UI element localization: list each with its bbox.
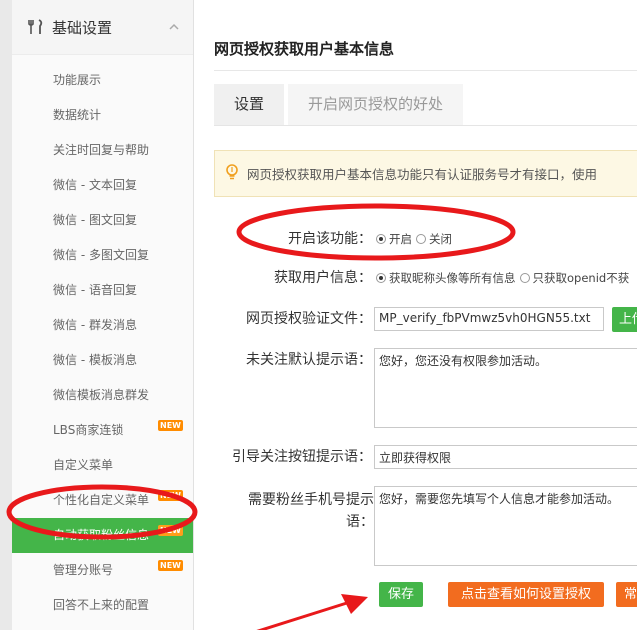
sidebar-item-label: 微信 - 多图文回复 — [53, 248, 149, 262]
sidebar-item[interactable]: 快捷关注配置NEW — [12, 623, 193, 630]
sidebar-item[interactable]: 数据统计 — [12, 98, 193, 133]
follow-button-tip-input[interactable]: 立即获得权限 — [374, 445, 637, 469]
sidebar-item-label: 关注时回复与帮助 — [53, 143, 150, 157]
sidebar-item[interactable]: 微信 - 多图文回复 — [12, 238, 193, 273]
sidebar-item-label: 微信 - 文本回复 — [53, 178, 137, 192]
tab-settings[interactable]: 设置 — [214, 84, 285, 125]
unfollow-tip-textarea[interactable]: 您好，您还没有权限参加活动。 — [374, 348, 637, 428]
enable-label: 开启该功能： — [288, 231, 372, 247]
page-title: 网页授权获取用户基本信息 — [214, 40, 395, 58]
tab-divider — [214, 125, 637, 126]
enable-row: 开启该功能： 开启 关闭 — [194, 230, 637, 248]
sidebar-item[interactable]: 管理分账号 NEW — [12, 553, 193, 588]
title-divider — [214, 70, 637, 71]
sidebar-item-label: LBS商家连锁 — [53, 423, 124, 437]
sidebar-item-label: 微信 - 模板消息 — [53, 353, 137, 367]
enable-on-radio[interactable] — [376, 234, 386, 244]
new-badge: NEW — [158, 490, 183, 501]
userinfo-all-radio[interactable] — [376, 273, 386, 283]
sidebar-item[interactable]: 自定义菜单 — [12, 448, 193, 483]
userinfo-openid-label[interactable]: 只获取openid不获 — [533, 270, 630, 286]
sidebar-item[interactable]: 自动获取粉丝信息 NEW — [12, 518, 193, 553]
verify-file-label: 网页授权验证文件： — [246, 311, 372, 327]
sidebar-item-label: 功能展示 — [53, 73, 102, 87]
tab-bar: 设置 开启网页授权的好处 — [214, 84, 467, 125]
notice-text: 网页授权获取用户基本信息功能只有认证服务号才有接口，使用 — [247, 167, 598, 182]
sidebar-item-label: 管理分账号 — [53, 563, 114, 577]
sidebar-item[interactable]: 个性化自定义菜单 NEW — [12, 483, 193, 518]
phone-tip-label-line1: 需要粉丝手机号提示 — [248, 492, 374, 508]
userinfo-radio-group: 获取昵称头像等所有信息 只获取openid不获 — [372, 269, 629, 287]
new-badge: NEW — [158, 560, 183, 571]
verify-file-input[interactable]: MP_verify_fbPVmwz5vh0HGN55.txt — [374, 307, 604, 331]
sidebar-group-header[interactable]: 基础设置 — [12, 0, 193, 55]
sidebar: 基础设置 功能展示数据统计关注时回复与帮助 微信 - 文本回复 微信 - 图文回复微… — [12, 0, 194, 630]
enable-off-label[interactable]: 关闭 — [429, 231, 452, 247]
sidebar-item[interactable]: LBS商家连锁 NEW — [12, 413, 193, 448]
sidebar-item[interactable]: 微信 - 模板消息 — [12, 343, 193, 378]
sidebar-item-label: 数据统计 — [53, 108, 102, 122]
sidebar-item-label: 微信 - 图文回复 — [53, 213, 137, 227]
sidebar-item[interactable]: 微信 - 文本回复 — [12, 168, 193, 203]
userinfo-row: 获取用户信息： 获取昵称头像等所有信息 只获取openid不获 — [194, 269, 637, 287]
sidebar-item[interactable]: 功能展示 — [12, 63, 193, 98]
sidebar-item-label: 微信模板消息群发 — [53, 388, 150, 402]
sidebar-item-label: 自动获取粉丝信息 — [53, 528, 150, 542]
sidebar-item-label: 自定义菜单 — [53, 458, 114, 472]
sidebar-item[interactable]: 微信模板消息群发 — [12, 378, 193, 413]
save-button[interactable]: 保存 — [379, 582, 423, 607]
phone-tip-label: 需要粉丝手机号提示 语： — [194, 489, 374, 533]
unfollow-tip-label: 未关注默认提示语： — [246, 352, 372, 368]
sidebar-item-label: 微信 - 语音回复 — [53, 283, 137, 297]
new-badge: NEW — [158, 420, 183, 431]
sidebar-item[interactable]: 关注时回复与帮助 — [12, 133, 193, 168]
sidebar-group-title: 基础设置 — [52, 18, 113, 37]
howto-button[interactable]: 点击查看如何设置授权 — [448, 582, 604, 607]
userinfo-label: 获取用户信息： — [274, 270, 372, 286]
main-content: 网页授权获取用户基本信息 设置 开启网页授权的好处 网页授权获取用户基本信息功能… — [194, 0, 637, 630]
userinfo-all-label[interactable]: 获取昵称头像等所有信息 — [389, 270, 516, 286]
upload-button[interactable]: 上传 — [612, 307, 637, 332]
tools-icon — [28, 19, 44, 35]
sidebar-item-label: 回答不上来的配置 — [53, 598, 150, 612]
notice-banner: 网页授权获取用户基本信息功能只有认证服务号才有接口，使用 — [214, 150, 637, 197]
sidebar-item[interactable]: 回答不上来的配置 — [12, 588, 193, 623]
sidebar-item-label: 个性化自定义菜单 — [53, 493, 150, 507]
phone-tip-label-line2: 语： — [346, 514, 374, 530]
userinfo-openid-radio[interactable] — [519, 273, 530, 283]
sidebar-item[interactable]: 微信 - 图文回复 — [12, 203, 193, 238]
phone-tip-textarea[interactable]: 您好，需要您先填写个人信息才能参加活动。 — [374, 486, 637, 566]
chevron-up-icon[interactable] — [169, 19, 179, 33]
lightbulb-icon — [225, 163, 239, 184]
third-button[interactable]: 常 — [616, 582, 637, 607]
follow-button-tip-label: 引导关注按钮提示语： — [232, 449, 372, 465]
enable-off-radio[interactable] — [416, 234, 426, 244]
sidebar-item[interactable]: 微信 - 语音回复 — [12, 273, 193, 308]
new-badge: NEW — [158, 525, 183, 536]
tab-benefits[interactable]: 开启网页授权的好处 — [288, 84, 464, 125]
sidebar-item-label: 微信 - 群发消息 — [53, 318, 137, 332]
enable-radio-group: 开启 关闭 — [372, 230, 452, 248]
enable-on-label[interactable]: 开启 — [389, 231, 412, 247]
sidebar-item[interactable]: 微信 - 群发消息 — [12, 308, 193, 343]
